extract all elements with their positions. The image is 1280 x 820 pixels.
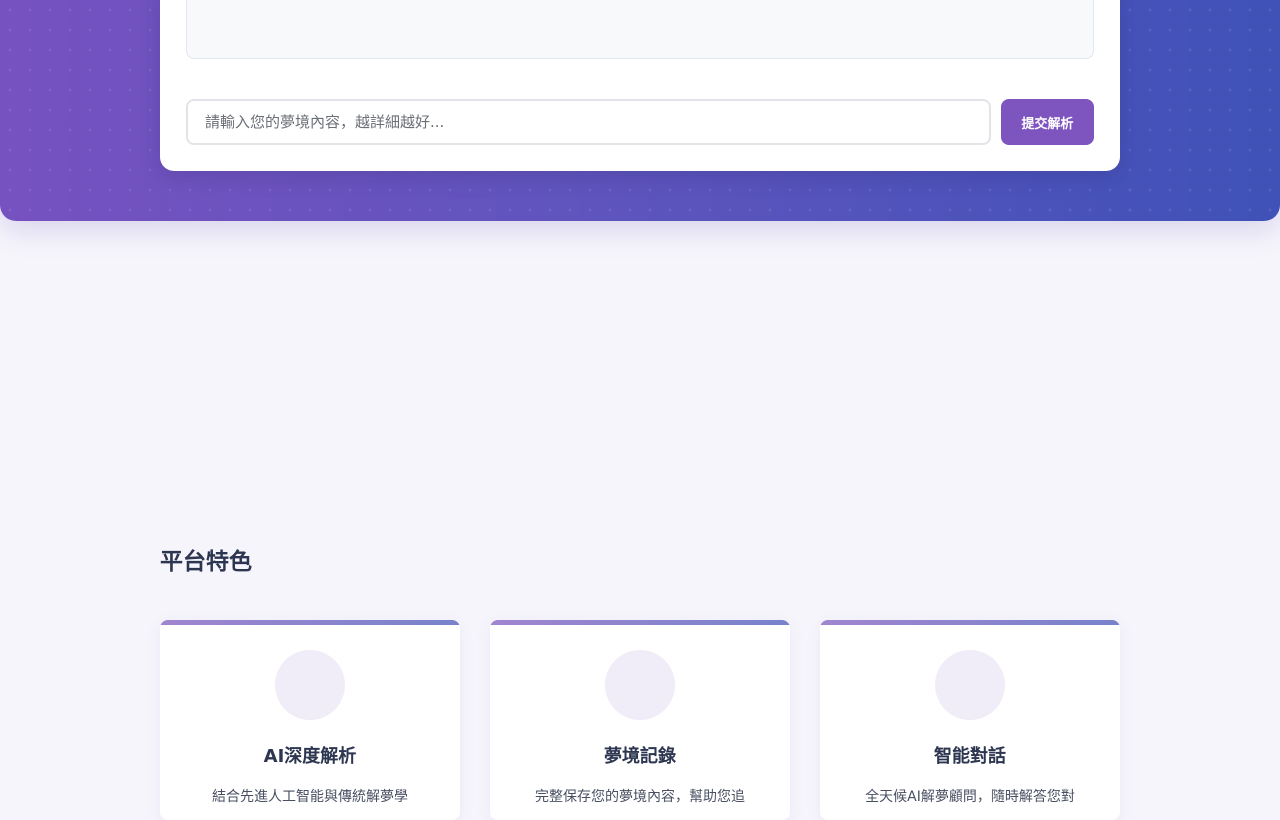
feature-card-accent-bar bbox=[490, 620, 790, 625]
feature-title: 夢境記錄 bbox=[604, 746, 676, 767]
submit-analysis-button[interactable]: 提交解析 bbox=[1001, 99, 1094, 145]
feature-card-accent-bar bbox=[820, 620, 1120, 625]
dream-input[interactable] bbox=[186, 99, 991, 145]
feature-icon bbox=[935, 650, 1005, 720]
feature-icon bbox=[605, 650, 675, 720]
feature-title: 智能對話 bbox=[934, 746, 1006, 767]
chat-history-panel[interactable] bbox=[186, 0, 1094, 59]
feature-description: 完整保存您的夢境內容，幫助您追 bbox=[535, 789, 745, 805]
feature-icon bbox=[275, 650, 345, 720]
feature-description: 結合先進人工智能與傳統解夢學 bbox=[212, 789, 408, 805]
feature-description: 全天候AI解夢顧問，隨時解答您對 bbox=[865, 789, 1075, 805]
feature-card-ai-analysis: AI深度解析 結合先進人工智能與傳統解夢學 bbox=[160, 620, 460, 820]
feature-card-dream-record: 夢境記錄 完整保存您的夢境內容，幫助您追 bbox=[490, 620, 790, 820]
feature-card-accent-bar bbox=[160, 620, 460, 625]
dream-chat-card: 提交解析 bbox=[160, 0, 1120, 171]
features-section-title: 平台特色 bbox=[160, 549, 252, 575]
feature-card-smart-chat: 智能對話 全天候AI解夢顧問，隨時解答您對 bbox=[820, 620, 1120, 820]
feature-title: AI深度解析 bbox=[263, 746, 357, 767]
